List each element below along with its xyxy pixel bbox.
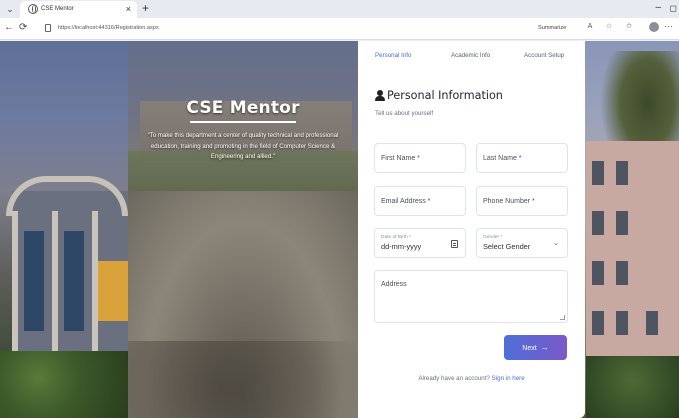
page-viewport: CSE Mentor "To make this department a ce… bbox=[0, 41, 679, 418]
globe-icon bbox=[28, 4, 38, 14]
background-arch bbox=[6, 176, 128, 216]
lock-icon[interactable] bbox=[45, 24, 51, 32]
step-tabs: Personal Info Academic Info Account Setu… bbox=[358, 51, 585, 63]
step-personal-info[interactable]: Personal Info bbox=[375, 51, 411, 61]
phone-placeholder: Phone Number * bbox=[483, 198, 535, 205]
background-trees-left bbox=[0, 351, 128, 418]
date-of-birth-value: dd-mm-yyyy bbox=[381, 242, 422, 251]
building-window bbox=[646, 311, 658, 335]
url-text: https://localhost:44316/Registration.asp… bbox=[58, 25, 159, 31]
building-column bbox=[52, 211, 58, 361]
resize-handle-icon[interactable] bbox=[560, 315, 565, 320]
address-textarea[interactable]: Address bbox=[374, 270, 568, 323]
gender-select[interactable]: Gender * Select Gender ⌄ bbox=[476, 228, 568, 258]
favorites-list-icon[interactable]: ✩ bbox=[625, 23, 633, 31]
phone-field[interactable]: Phone Number * bbox=[476, 186, 568, 216]
building-window bbox=[616, 311, 628, 335]
date-of-birth-label: Date of Birth * bbox=[381, 235, 411, 240]
building-window bbox=[24, 231, 44, 331]
background-building-right bbox=[586, 141, 679, 371]
building-yellow-panel bbox=[98, 261, 128, 321]
building-column bbox=[12, 211, 18, 361]
building-window bbox=[592, 211, 604, 235]
arrow-right-icon: → bbox=[540, 343, 549, 352]
new-tab-button[interactable]: + bbox=[142, 1, 149, 15]
next-button-label: Next bbox=[522, 345, 537, 352]
step-account-setup[interactable]: Account Setup bbox=[524, 51, 564, 61]
hero-title-underline bbox=[190, 121, 296, 123]
building-window bbox=[616, 211, 628, 235]
hero-tagline: "To make this department a center of qua… bbox=[147, 132, 339, 160]
more-menu-icon[interactable]: ··· bbox=[664, 21, 673, 31]
tab-close-button[interactable]: × bbox=[126, 3, 131, 15]
next-button[interactable]: Next → bbox=[504, 335, 567, 360]
building-window bbox=[616, 261, 628, 285]
refresh-button[interactable]: ⟳ bbox=[19, 22, 27, 34]
building-window bbox=[592, 261, 604, 285]
window-maximize-button[interactable]: ◻ bbox=[670, 2, 677, 14]
step-academic-info[interactable]: Academic Info bbox=[451, 51, 490, 61]
section-subtitle: Tell us about yourself bbox=[375, 110, 434, 117]
browser-tab[interactable]: CSE Mentor × bbox=[20, 1, 137, 18]
back-button[interactable]: ← bbox=[4, 22, 14, 34]
gender-value: Select Gender bbox=[483, 242, 531, 251]
calendar-icon[interactable] bbox=[451, 240, 458, 248]
url-input[interactable]: https://localhost:44316/Registration.asp… bbox=[32, 21, 562, 36]
browser-tab-bar: ⌄ CSE Mentor × + – ◻ bbox=[0, 0, 679, 18]
building-window bbox=[592, 161, 604, 185]
tab-title: CSE Mentor bbox=[41, 6, 74, 12]
section-title: Personal Information bbox=[387, 89, 503, 102]
read-aloud-icon[interactable]: A bbox=[586, 23, 594, 31]
chevron-down-icon: ⌄ bbox=[553, 240, 559, 247]
first-name-placeholder: First Name * bbox=[381, 155, 420, 162]
tab-list-chevron-icon[interactable]: ⌄ bbox=[4, 3, 16, 15]
signin-prompt: Already have an account? bbox=[418, 375, 490, 382]
registration-card: Personal Info Academic Info Account Setu… bbox=[358, 41, 585, 418]
building-window bbox=[64, 231, 84, 331]
background-trees-right bbox=[586, 356, 679, 418]
signin-link[interactable]: Sign in here bbox=[492, 375, 525, 382]
profile-avatar-icon[interactable] bbox=[649, 22, 659, 32]
last-name-field[interactable]: Last Name * bbox=[476, 143, 568, 173]
background-building-left bbox=[12, 191, 128, 366]
building-window bbox=[616, 161, 628, 185]
summarize-button[interactable]: Summarize bbox=[538, 23, 566, 33]
first-name-field[interactable]: First Name * bbox=[374, 143, 466, 173]
email-field[interactable]: Email Address * bbox=[374, 186, 466, 216]
hero-title: CSE Mentor bbox=[186, 98, 300, 118]
user-icon bbox=[375, 90, 385, 102]
last-name-placeholder: Last Name * bbox=[483, 155, 522, 162]
address-bar-row: ← ⟳ https://localhost:44316/Registration… bbox=[0, 18, 679, 40]
email-placeholder: Email Address * bbox=[381, 198, 431, 205]
signin-prompt-row: Already have an account? Sign in here bbox=[358, 374, 585, 384]
building-window bbox=[592, 311, 604, 335]
address-placeholder: Address bbox=[381, 281, 407, 288]
window-minimize-button[interactable]: – bbox=[655, 2, 661, 14]
favorite-star-icon[interactable]: ☆ bbox=[605, 23, 613, 31]
gender-label: Gender * bbox=[483, 235, 503, 240]
date-of-birth-field[interactable]: Date of Birth * dd-mm-yyyy bbox=[374, 228, 466, 258]
